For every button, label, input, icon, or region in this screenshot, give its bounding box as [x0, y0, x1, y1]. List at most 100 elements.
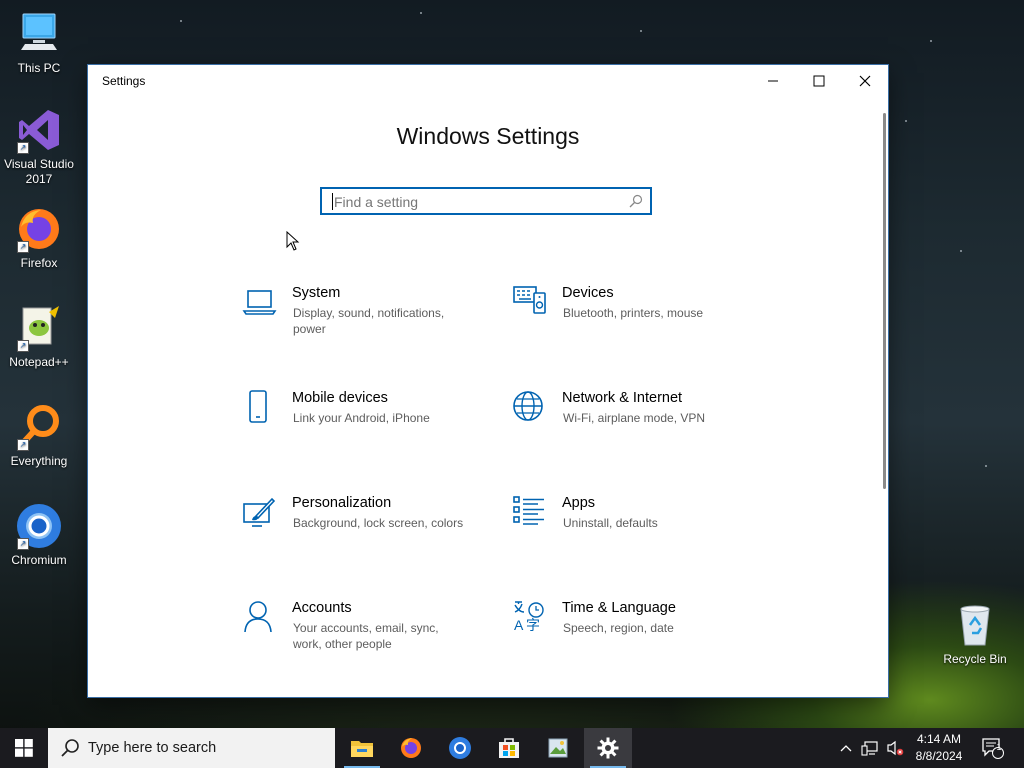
- category-title: Accounts: [292, 600, 352, 616]
- photos-icon: [548, 738, 568, 758]
- category-description: Wi-Fi, airplane mode, VPN: [563, 411, 706, 425]
- category-description: Background, lock screen, colors: [293, 516, 464, 530]
- chromium-icon: [449, 737, 471, 759]
- settings-window: Settings Windows Settings System Display…: [88, 65, 888, 697]
- category-description: Speech, region, date: [563, 621, 674, 635]
- desktop-icon-this-pc[interactable]: This PC: [0, 10, 78, 76]
- category-title: Time & Language: [562, 600, 676, 616]
- everything-search-icon: ↗: [15, 403, 63, 451]
- desktop-icon-label: Everything: [10, 454, 68, 468]
- taskbar-search-text: Type here to search: [88, 740, 217, 756]
- desktop-icon-firefox[interactable]: ↗ Firefox: [0, 205, 78, 271]
- minimize-button[interactable]: [750, 65, 796, 97]
- globe-icon: [512, 390, 548, 426]
- firefox-icon: [401, 738, 421, 758]
- notepad-plus-plus-icon: ↗: [15, 304, 63, 352]
- category-mobile-devices[interactable]: Mobile devices Link your Android, iPhone: [242, 390, 482, 460]
- scrollbar[interactable]: [883, 113, 886, 489]
- desktop-icon-label: Chromium: [11, 553, 67, 567]
- category-description: Link your Android, iPhone: [293, 411, 430, 425]
- taskbar-photos[interactable]: [534, 728, 582, 768]
- shortcut-arrow-icon: ↗: [17, 439, 29, 451]
- desktop-icon-recycle-bin[interactable]: Recycle Bin: [936, 601, 1014, 667]
- desktop-icon-chromium[interactable]: ↗ Chromium: [0, 502, 78, 568]
- maximize-icon: [813, 75, 825, 87]
- search-input[interactable]: [332, 189, 626, 215]
- maximize-button[interactable]: [796, 65, 842, 97]
- svg-text:A: A: [514, 617, 524, 633]
- shortcut-arrow-icon: ↗: [17, 241, 29, 253]
- title-bar[interactable]: Settings: [88, 65, 888, 97]
- taskbar-firefox[interactable]: [387, 728, 435, 768]
- desktop-icon-label: Recycle Bin: [943, 652, 1007, 666]
- category-title: Personalization: [292, 495, 392, 511]
- category-description: Display, sound, notifications, power: [293, 306, 445, 336]
- taskbar-store[interactable]: [485, 728, 533, 768]
- shortcut-arrow-icon: ↗: [17, 538, 29, 550]
- shortcut-arrow-icon: ↗: [17, 340, 29, 352]
- show-hidden-icons-button[interactable]: [836, 728, 856, 768]
- category-description: Bluetooth, printers, mouse: [563, 306, 704, 320]
- volume-tray-button[interactable]: [884, 728, 906, 768]
- action-center-button[interactable]: 1: [980, 728, 1006, 768]
- search-icon: [61, 739, 79, 757]
- category-title: Mobile devices: [292, 390, 388, 406]
- network-icon: [861, 741, 878, 756]
- notification-count: 1: [996, 742, 1002, 752]
- desktop-icon-everything[interactable]: ↗ Everything: [0, 403, 78, 469]
- taskbar-file-explorer[interactable]: [338, 728, 386, 768]
- text-caret: [332, 193, 333, 210]
- paint-brush-icon: [242, 495, 278, 531]
- category-apps[interactable]: Apps Uninstall, defaults: [512, 495, 752, 565]
- file-explorer-icon: [351, 741, 373, 757]
- category-title: System: [292, 285, 341, 301]
- shortcut-arrow-icon: ↗: [17, 142, 29, 154]
- desktop-icon-label: Firefox: [20, 256, 58, 270]
- svg-text:字: 字: [526, 617, 540, 633]
- apps-list-icon: [512, 495, 548, 531]
- category-description: Your accounts, email, sync, work, other …: [293, 621, 439, 651]
- category-time-language[interactable]: A字 Time & Language Speech, region, date: [512, 600, 752, 670]
- category-personalization[interactable]: Personalization Background, lock screen,…: [242, 495, 482, 565]
- minimize-icon: [768, 80, 778, 82]
- category-title: Apps: [562, 495, 596, 511]
- laptop-icon: [242, 285, 278, 321]
- devices-icon: [512, 285, 548, 321]
- taskbar-search-box[interactable]: Type here to search: [48, 728, 335, 768]
- desktop-icon-label: Visual Studio 2017: [4, 157, 74, 186]
- volume-muted-icon: [887, 740, 904, 756]
- taskbar: Type here to search 4:14 AM 8/8/2024 1: [0, 728, 1024, 768]
- chromium-icon: ↗: [15, 502, 63, 550]
- category-accounts[interactable]: Accounts Your accounts, email, sync, wor…: [242, 600, 482, 670]
- page-title: Windows Settings: [396, 123, 580, 149]
- category-system[interactable]: System Display, sound, notifications, po…: [242, 285, 482, 355]
- visual-studio-icon: ↗: [15, 106, 63, 154]
- search-icon: [629, 194, 643, 213]
- desktop-icon-visual-studio[interactable]: ↗ Visual Studio 2017: [0, 106, 78, 187]
- taskbar-clock[interactable]: 4:14 AM 8/8/2024: [906, 731, 972, 765]
- search-box[interactable]: [320, 187, 652, 215]
- phone-icon: [242, 390, 278, 426]
- desktop-icon-notepad-plus-plus[interactable]: ↗ Notepad++: [0, 304, 78, 370]
- person-icon: [242, 600, 278, 636]
- category-network-internet[interactable]: Network & Internet Wi-Fi, airplane mode,…: [512, 390, 752, 460]
- desktop-icon-label: This PC: [17, 61, 61, 75]
- clock-date: 8/8/2024: [915, 749, 963, 763]
- taskbar-settings[interactable]: [584, 728, 632, 768]
- clock-time: 4:14 AM: [916, 732, 962, 746]
- firefox-icon: ↗: [15, 205, 63, 253]
- desktop-icon-label: Notepad++: [9, 355, 69, 369]
- close-button[interactable]: [842, 65, 888, 97]
- window-title: Settings: [102, 74, 146, 88]
- windows-logo-icon: [15, 739, 33, 757]
- taskbar-chromium[interactable]: [436, 728, 484, 768]
- chevron-up-icon: [840, 745, 852, 752]
- computer-icon: [15, 10, 63, 58]
- close-icon: [859, 75, 871, 87]
- category-description: Uninstall, defaults: [563, 516, 658, 530]
- category-title: Network & Internet: [562, 390, 683, 406]
- category-devices[interactable]: Devices Bluetooth, printers, mouse: [512, 285, 752, 355]
- start-button[interactable]: [0, 728, 48, 768]
- time-language-icon: A字: [512, 600, 548, 636]
- network-tray-button[interactable]: [858, 728, 882, 768]
